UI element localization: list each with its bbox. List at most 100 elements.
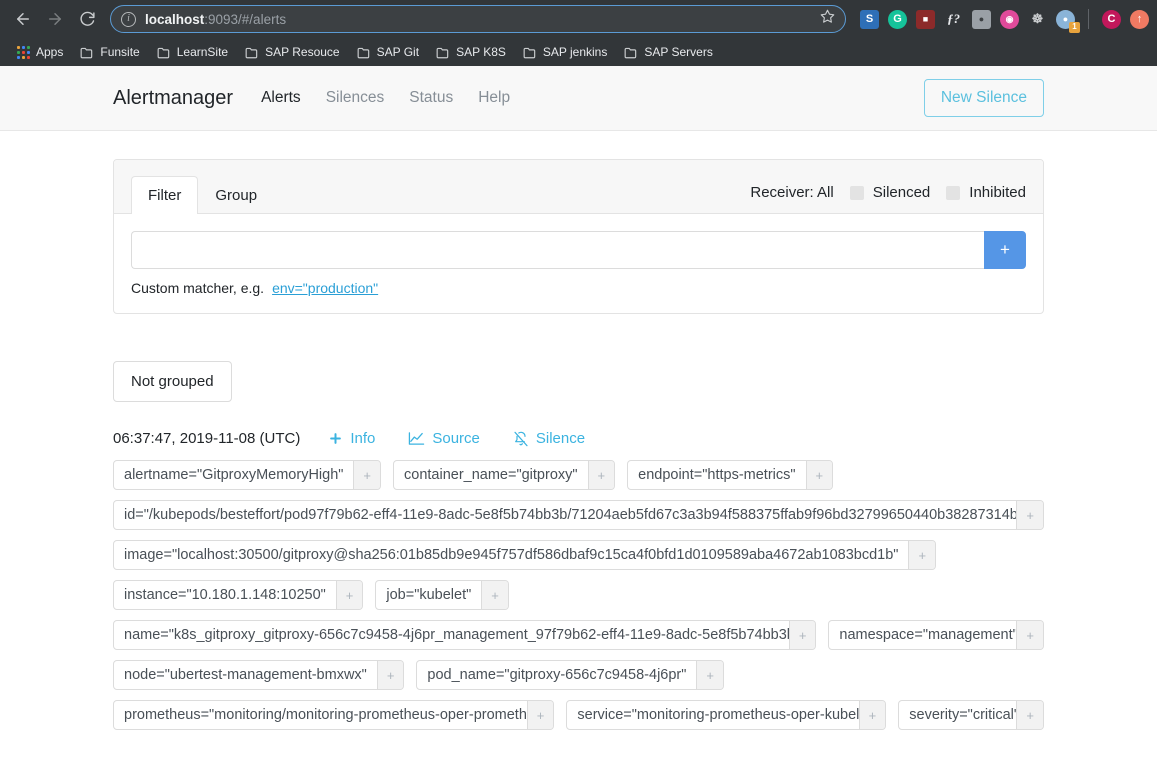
folder-icon bbox=[624, 47, 637, 58]
bookmark-sap-git[interactable]: SAP Git bbox=[350, 42, 426, 62]
nav-item-alerts[interactable]: Alerts bbox=[261, 89, 301, 107]
label-add-filter-icon[interactable]: + bbox=[481, 581, 508, 609]
bookmark-sap-servers[interactable]: SAP Servers bbox=[617, 42, 719, 62]
browser-chrome: i localhost:9093/#/alerts S G ■ ƒ? ● ◉ ☸… bbox=[0, 0, 1157, 66]
lastpass-extension-icon[interactable]: ■ bbox=[916, 9, 935, 29]
alert-meta-row: 06:37:47, 2019-11-08 (UTC) Info Source S… bbox=[113, 430, 1044, 447]
add-matcher-button[interactable]: + bbox=[984, 231, 1026, 269]
label-badge-instance[interactable]: instance="10.180.1.148:10250" + bbox=[113, 580, 364, 610]
folder-icon bbox=[80, 47, 93, 58]
bookmark-sap-resouce[interactable]: SAP Resouce bbox=[238, 42, 347, 62]
silenced-toggle[interactable]: Silenced bbox=[849, 184, 931, 201]
not-grouped-button[interactable]: Not grouped bbox=[113, 361, 232, 402]
chart-line-icon bbox=[408, 431, 425, 446]
filter-card-header: Filter Group Receiver: All Silenced Inhi… bbox=[114, 160, 1043, 214]
app-brand[interactable]: Alertmanager bbox=[113, 87, 233, 110]
label-text: name="k8s_gitproxy_gitproxy-656c7c9458-4… bbox=[124, 627, 789, 643]
helper-example-link[interactable]: env="production" bbox=[272, 280, 378, 296]
bookmark-star-icon[interactable] bbox=[820, 9, 835, 29]
label-badge-service[interactable]: service="monitoring-prometheus-oper-kube… bbox=[566, 700, 887, 730]
nav-item-silences[interactable]: Silences bbox=[326, 89, 385, 107]
bookmark-funsite[interactable]: Funsite bbox=[73, 42, 146, 62]
profile-avatar[interactable]: C bbox=[1102, 9, 1121, 29]
grammarly-extension-icon[interactable]: G bbox=[888, 9, 907, 29]
film-extension-icon[interactable]: ☸ bbox=[1028, 10, 1047, 29]
extension-badge-count: 1 bbox=[1069, 21, 1080, 33]
label-add-filter-icon[interactable]: + bbox=[1016, 701, 1044, 729]
label-badge-image[interactable]: image="localhost:30500/gitproxy@sha256:0… bbox=[113, 540, 937, 570]
matcher-input-group: + bbox=[131, 231, 1026, 269]
label-text: pod_name="gitproxy-656c7c9458-4j6pr" bbox=[427, 667, 687, 683]
silence-action-label: Silence bbox=[535, 430, 586, 447]
label-badge-name[interactable]: name="k8s_gitproxy_gitproxy-656c7c9458-4… bbox=[113, 620, 817, 650]
bookmark-sap-jenkins[interactable]: SAP jenkins bbox=[516, 42, 614, 62]
site-info-icon[interactable]: i bbox=[121, 11, 136, 27]
page-content: Filter Group Receiver: All Silenced Inhi… bbox=[0, 159, 1157, 730]
reload-icon[interactable] bbox=[72, 4, 102, 34]
tab-filter[interactable]: Filter bbox=[131, 175, 199, 214]
label-add-filter-icon[interactable]: + bbox=[805, 461, 833, 489]
colorpicker-extension-icon[interactable]: ◉ bbox=[1000, 9, 1019, 29]
label-add-filter-icon[interactable]: + bbox=[526, 701, 554, 729]
label-add-filter-icon[interactable]: + bbox=[1016, 501, 1043, 529]
bookmark-learnsite[interactable]: LearnSite bbox=[150, 42, 235, 62]
filter-card-controls: Receiver: All Silenced Inhibited bbox=[750, 184, 1026, 213]
folder-icon bbox=[157, 47, 169, 58]
label-text: node="ubertest-management-bmxwx" bbox=[124, 667, 367, 683]
label-text: severity="critical" bbox=[909, 707, 1017, 723]
forward-arrow-icon[interactable] bbox=[40, 4, 70, 34]
back-arrow-icon[interactable] bbox=[8, 4, 38, 34]
profile-extension-icon[interactable]: ● 1 bbox=[1056, 9, 1080, 33]
inhibited-label: Inhibited bbox=[969, 184, 1026, 201]
label-badge-prometheus[interactable]: prometheus="monitoring/monitoring-promet… bbox=[113, 700, 555, 730]
silenced-label: Silenced bbox=[872, 184, 931, 201]
label-text: id="/kubepods/besteffort/pod97f79b62-eff… bbox=[124, 507, 1017, 523]
bookmark-sap-k8s[interactable]: SAP K8S bbox=[429, 42, 513, 62]
label-badge-endpoint[interactable]: endpoint="https-metrics" + bbox=[627, 460, 834, 490]
info-action[interactable]: Info bbox=[328, 430, 375, 447]
matcher-input[interactable] bbox=[131, 231, 984, 269]
folder-icon bbox=[523, 47, 536, 58]
label-add-filter-icon[interactable]: + bbox=[788, 621, 816, 649]
label-add-filter-icon[interactable]: + bbox=[587, 461, 615, 489]
label-badge-namespace[interactable]: namespace="management" + bbox=[828, 620, 1044, 650]
label-badge-id[interactable]: id="/kubepods/besteffort/pod97f79b62-eff… bbox=[113, 500, 1044, 530]
bookmark-apps[interactable]: Apps bbox=[10, 42, 70, 62]
silence-action[interactable]: Silence bbox=[513, 430, 585, 447]
source-action-label: Source bbox=[432, 430, 480, 447]
label-text: alertname="GitproxyMemoryHigh" bbox=[124, 467, 344, 483]
label-badge-severity[interactable]: severity="critical" + bbox=[898, 700, 1045, 730]
nav-item-help[interactable]: Help bbox=[478, 89, 510, 107]
label-add-filter-icon[interactable]: + bbox=[376, 661, 404, 689]
label-add-filter-icon[interactable]: + bbox=[858, 701, 886, 729]
label-row: image="localhost:30500/gitproxy@sha256:0… bbox=[113, 540, 1044, 570]
label-badge-node[interactable]: node="ubertest-management-bmxwx" + bbox=[113, 660, 405, 690]
label-row: prometheus="monitoring/monitoring-promet… bbox=[113, 700, 1045, 730]
label-add-filter-icon[interactable]: + bbox=[696, 661, 723, 689]
label-add-filter-icon[interactable]: + bbox=[908, 541, 936, 569]
label-badge-container-name[interactable]: container_name="gitproxy" + bbox=[393, 460, 616, 490]
label-add-filter-icon[interactable]: + bbox=[1016, 621, 1043, 649]
label-add-filter-icon[interactable]: + bbox=[353, 461, 381, 489]
label-text: container_name="gitproxy" bbox=[404, 467, 578, 483]
inhibited-toggle[interactable]: Inhibited bbox=[946, 184, 1026, 201]
update-menu-icon[interactable]: ↑ bbox=[1130, 9, 1149, 29]
label-badge-pod-name[interactable]: pod_name="gitproxy-656c7c9458-4j6pr" + bbox=[416, 660, 724, 690]
tab-group[interactable]: Group bbox=[198, 176, 274, 215]
address-bar[interactable]: i localhost:9093/#/alerts bbox=[110, 5, 846, 33]
nav-item-status[interactable]: Status bbox=[409, 89, 453, 107]
receiver-label[interactable]: Receiver: All bbox=[750, 184, 833, 201]
new-silence-button[interactable]: New Silence bbox=[923, 79, 1044, 117]
label-badge-alertname[interactable]: alertname="GitproxyMemoryHigh" + bbox=[113, 460, 382, 490]
inhibited-checkbox[interactable] bbox=[946, 185, 961, 200]
silenced-checkbox[interactable] bbox=[849, 185, 864, 200]
camera-extension-icon[interactable]: ● bbox=[972, 9, 991, 29]
fx-extension-icon[interactable]: ƒ? bbox=[944, 10, 963, 29]
label-badge-job[interactable]: job="kubelet" + bbox=[375, 580, 509, 610]
bookmarks-bar: Apps Funsite LearnSite SAP Resouce SAP G… bbox=[0, 38, 1157, 66]
label-row: name="k8s_gitproxy_gitproxy-656c7c9458-4… bbox=[113, 620, 1044, 650]
browser-toolbar: i localhost:9093/#/alerts S G ■ ƒ? ● ◉ ☸… bbox=[0, 0, 1157, 38]
source-action[interactable]: Source bbox=[408, 430, 480, 447]
label-add-filter-icon[interactable]: + bbox=[335, 581, 363, 609]
s-extension-icon[interactable]: S bbox=[860, 9, 879, 29]
